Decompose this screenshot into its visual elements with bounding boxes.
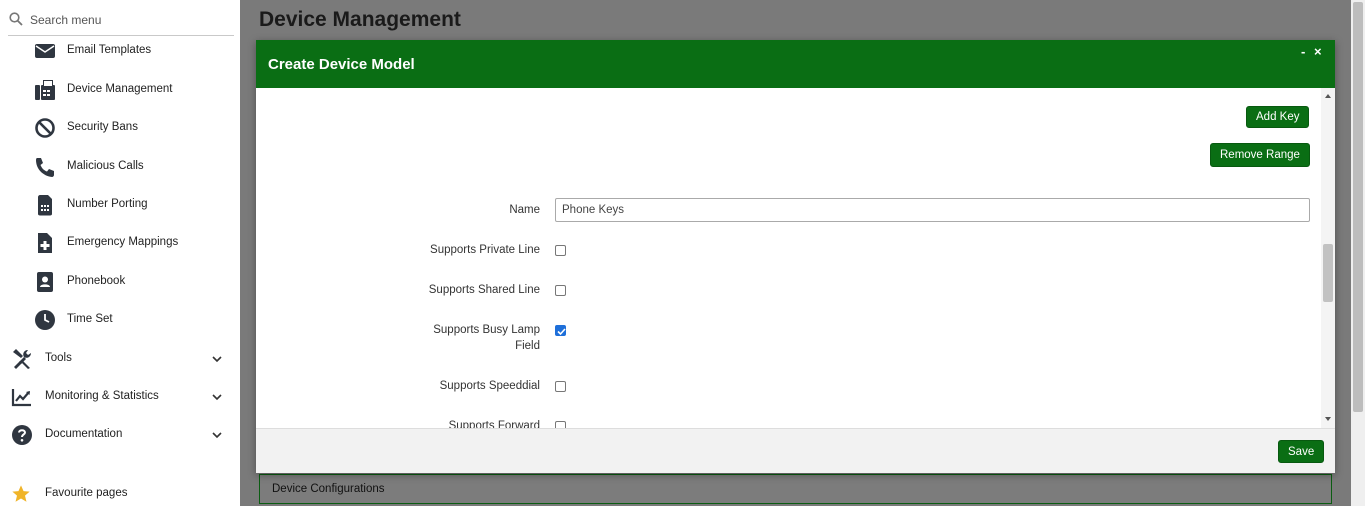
shared-line-checkbox[interactable]: [555, 285, 566, 296]
sidebar-item-phonebook[interactable]: Phonebook: [0, 265, 240, 299]
sidebar-item-label: Device Management: [67, 83, 173, 95]
name-label: Name: [509, 204, 540, 216]
phone-icon: [36, 158, 54, 177]
fax-icon: [35, 80, 55, 100]
private-line-checkbox[interactable]: [555, 245, 566, 256]
sidebar-item-label: Malicious Calls: [67, 160, 144, 172]
sidebar: Email Templates Device Management Securi…: [0, 0, 240, 506]
sidebar-item-label: Number Porting: [67, 198, 148, 210]
sidebar-group-label: Tools: [45, 352, 72, 364]
sidebar-item-label: Time Set: [67, 313, 113, 325]
create-device-model-dialog: Create Device Model - × Add Key Remove R…: [256, 40, 1335, 473]
dialog-scrollbar-thumb[interactable]: [1323, 244, 1333, 302]
dialog-footer: Save: [256, 428, 1335, 473]
sidebar-item-label: Security Bans: [67, 121, 138, 133]
sidebar-item-label: Phonebook: [67, 275, 126, 287]
shared-line-label: Supports Shared Line: [428, 284, 540, 296]
busy-lamp-label-line1: Supports Busy Lamp: [433, 324, 540, 336]
medical-file-icon: [38, 233, 52, 253]
page-scrollbar[interactable]: [1351, 0, 1365, 506]
busy-lamp-label: Supports Busy Lamp Field: [370, 322, 540, 354]
sidebar-group-label: Documentation: [45, 428, 123, 440]
page-scrollbar-thumb[interactable]: [1353, 2, 1363, 412]
sidebar-favourite-label: Favourite pages: [45, 487, 128, 499]
busy-lamp-label-line2: Field: [515, 340, 540, 352]
ban-icon: [35, 118, 55, 138]
dialog-title: Create Device Model: [268, 56, 415, 73]
checkmark-icon: [557, 328, 566, 336]
sidebar-item-malicious-calls[interactable]: Malicious Calls: [0, 150, 240, 184]
name-field[interactable]: [555, 198, 1310, 222]
search-box: [8, 6, 234, 36]
minimize-button[interactable]: -: [1301, 44, 1305, 59]
sidebar-group-monitoring[interactable]: Monitoring & Statistics: [0, 379, 240, 413]
close-button[interactable]: ×: [1314, 44, 1322, 59]
envelope-icon: [35, 44, 55, 58]
dialog-body: Add Key Remove Range Name Supports Priva…: [256, 88, 1335, 428]
sidebar-item-email-templates[interactable]: Email Templates: [0, 34, 240, 68]
sidebar-item-label: Email Templates: [67, 44, 152, 56]
sidebar-group-documentation[interactable]: Documentation: [0, 417, 240, 451]
tools-icon: [13, 349, 31, 369]
chart-line-icon: [11, 389, 31, 407]
dialog-scrollbar[interactable]: [1321, 88, 1335, 428]
dialog-header: Create Device Model - ×: [256, 40, 1335, 88]
sidebar-favourite-pages[interactable]: Favourite pages: [0, 476, 240, 506]
chevron-down-icon: [212, 394, 222, 401]
speeddial-checkbox[interactable]: [555, 381, 566, 392]
chevron-down-icon: [212, 356, 222, 363]
sidebar-item-number-porting[interactable]: Number Porting: [0, 188, 240, 222]
scroll-down-icon[interactable]: [1324, 415, 1332, 423]
add-key-button[interactable]: Add Key: [1246, 106, 1310, 128]
star-icon: [12, 485, 30, 502]
sidebar-item-security-bans[interactable]: Security Bans: [0, 111, 240, 145]
private-line-label: Supports Private Line: [430, 244, 540, 256]
chevron-down-icon: [212, 432, 222, 439]
busy-lamp-checkbox[interactable]: [555, 325, 566, 336]
question-circle-icon: [12, 425, 32, 445]
sim-card-icon: [38, 195, 52, 216]
sidebar-item-emergency-mappings[interactable]: Emergency Mappings: [0, 226, 240, 260]
search-input[interactable]: [30, 10, 228, 30]
device-configurations-panel[interactable]: Device Configurations: [259, 474, 1332, 504]
sidebar-group-label: Monitoring & Statistics: [45, 390, 159, 402]
forward-checkbox[interactable]: [555, 421, 566, 428]
sidebar-item-device-management[interactable]: Device Management: [0, 73, 240, 107]
address-book-icon: [37, 272, 53, 292]
speeddial-label: Supports Speeddial: [439, 380, 540, 392]
clock-icon: [35, 310, 55, 330]
forward-label: Supports Forward: [448, 420, 540, 428]
scroll-up-icon[interactable]: [1324, 92, 1332, 100]
sidebar-item-label: Emergency Mappings: [67, 236, 179, 248]
sidebar-item-time-set[interactable]: Time Set: [0, 303, 240, 337]
panel-label: Device Configurations: [272, 483, 385, 495]
remove-range-button[interactable]: Remove Range: [1210, 143, 1310, 167]
search-icon: [9, 12, 23, 26]
sidebar-group-tools[interactable]: Tools: [0, 341, 240, 375]
page-title: Device Management: [259, 8, 461, 31]
save-button[interactable]: Save: [1278, 440, 1325, 463]
